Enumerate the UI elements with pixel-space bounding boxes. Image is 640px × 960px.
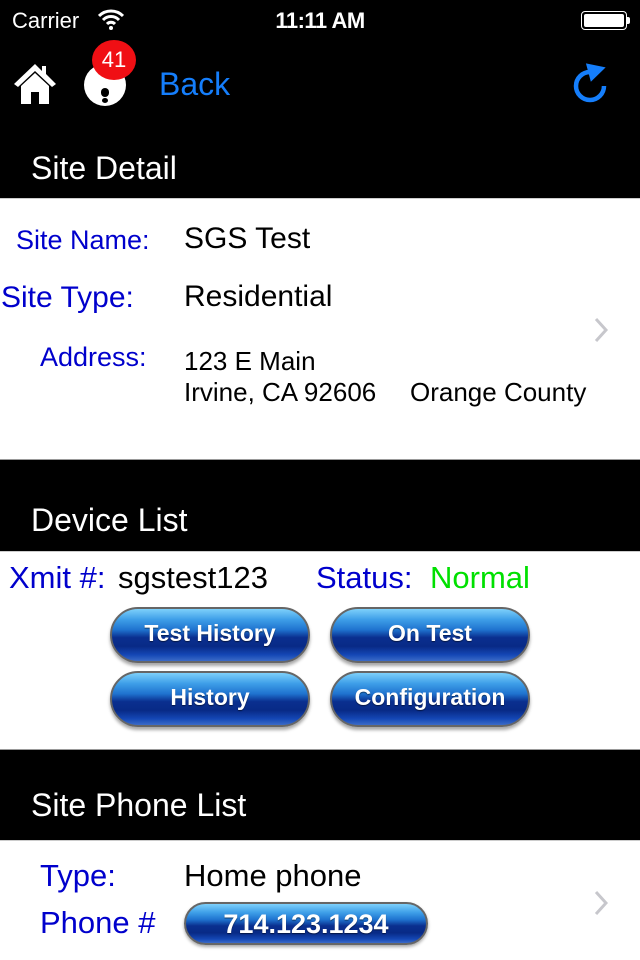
status-label: Status: (316, 560, 413, 595)
phone-list-title: Site Phone List (31, 787, 247, 823)
site-name-label: Site Name: (16, 225, 150, 255)
alert-dot (102, 98, 108, 103)
alert-count-badge: 41 (92, 40, 136, 80)
history-button[interactable]: History (110, 671, 310, 727)
phone-number-button[interactable]: 714.123.1234 (184, 902, 428, 945)
home-icon[interactable] (13, 62, 57, 104)
refresh-icon[interactable] (568, 58, 612, 106)
phone-type-label: Type: (40, 858, 116, 893)
back-button[interactable]: Back (159, 66, 230, 103)
battery-tip (627, 17, 630, 24)
test-history-button[interactable]: Test History (110, 607, 310, 663)
clock: 11:11 AM (275, 8, 365, 33)
address-line1: 123 E Main (184, 346, 316, 376)
on-test-button[interactable]: On Test (330, 607, 530, 663)
device-list-title: Device List (31, 502, 188, 538)
xmit-value: sgstest123 (118, 560, 268, 595)
status-value: Normal (430, 560, 530, 595)
site-name-value: SGS Test (184, 222, 311, 255)
site-type-label: Site Type: (1, 281, 134, 314)
phone-number-label: Phone # (40, 905, 156, 940)
chevron-right-icon (594, 890, 608, 916)
divider (0, 198, 640, 199)
status-bar: Carrier 11:11 AM (0, 0, 640, 40)
divider (0, 551, 640, 552)
county: Orange County (410, 377, 587, 407)
configuration-button[interactable]: Configuration (330, 671, 530, 727)
xmit-label: Xmit #: (9, 560, 106, 595)
phone-type-value: Home phone (184, 858, 362, 893)
site-type-value: Residential (184, 280, 333, 313)
address-label: Address: (40, 342, 147, 372)
site-detail-title: Site Detail (31, 150, 177, 186)
address-line2: Irvine, CA 92606 (184, 377, 377, 407)
divider (0, 840, 640, 841)
battery-icon (581, 11, 627, 30)
alert-exclamation (101, 88, 109, 97)
chevron-right-icon (594, 317, 608, 343)
